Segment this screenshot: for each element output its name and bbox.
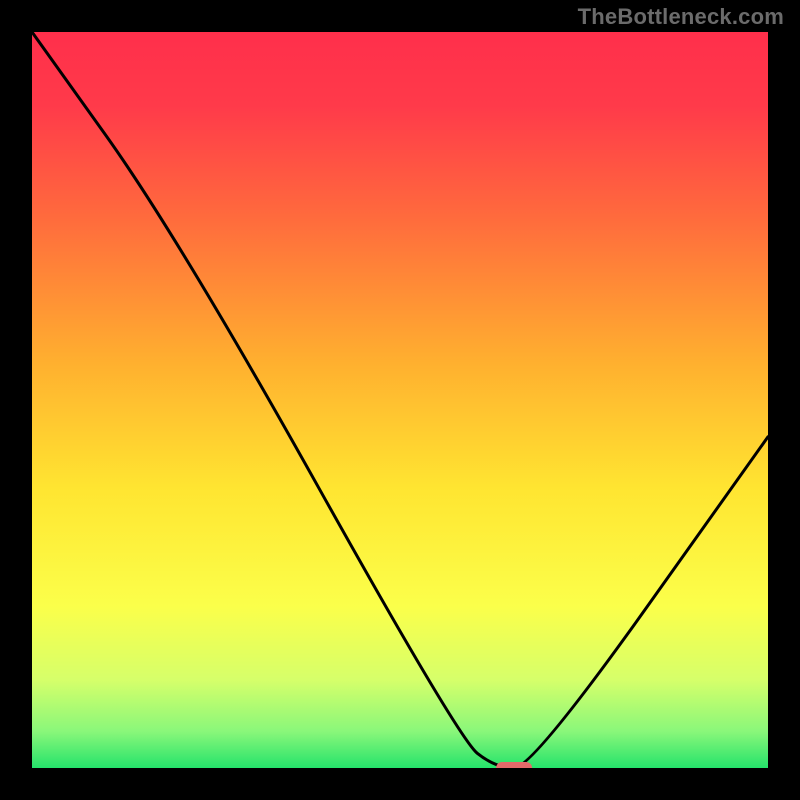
chart-svg bbox=[32, 32, 768, 768]
optimal-marker bbox=[496, 762, 532, 768]
gradient-background bbox=[32, 32, 768, 768]
watermark-label: TheBottleneck.com bbox=[578, 4, 784, 30]
chart-frame: TheBottleneck.com bbox=[0, 0, 800, 800]
plot-area bbox=[32, 32, 768, 768]
